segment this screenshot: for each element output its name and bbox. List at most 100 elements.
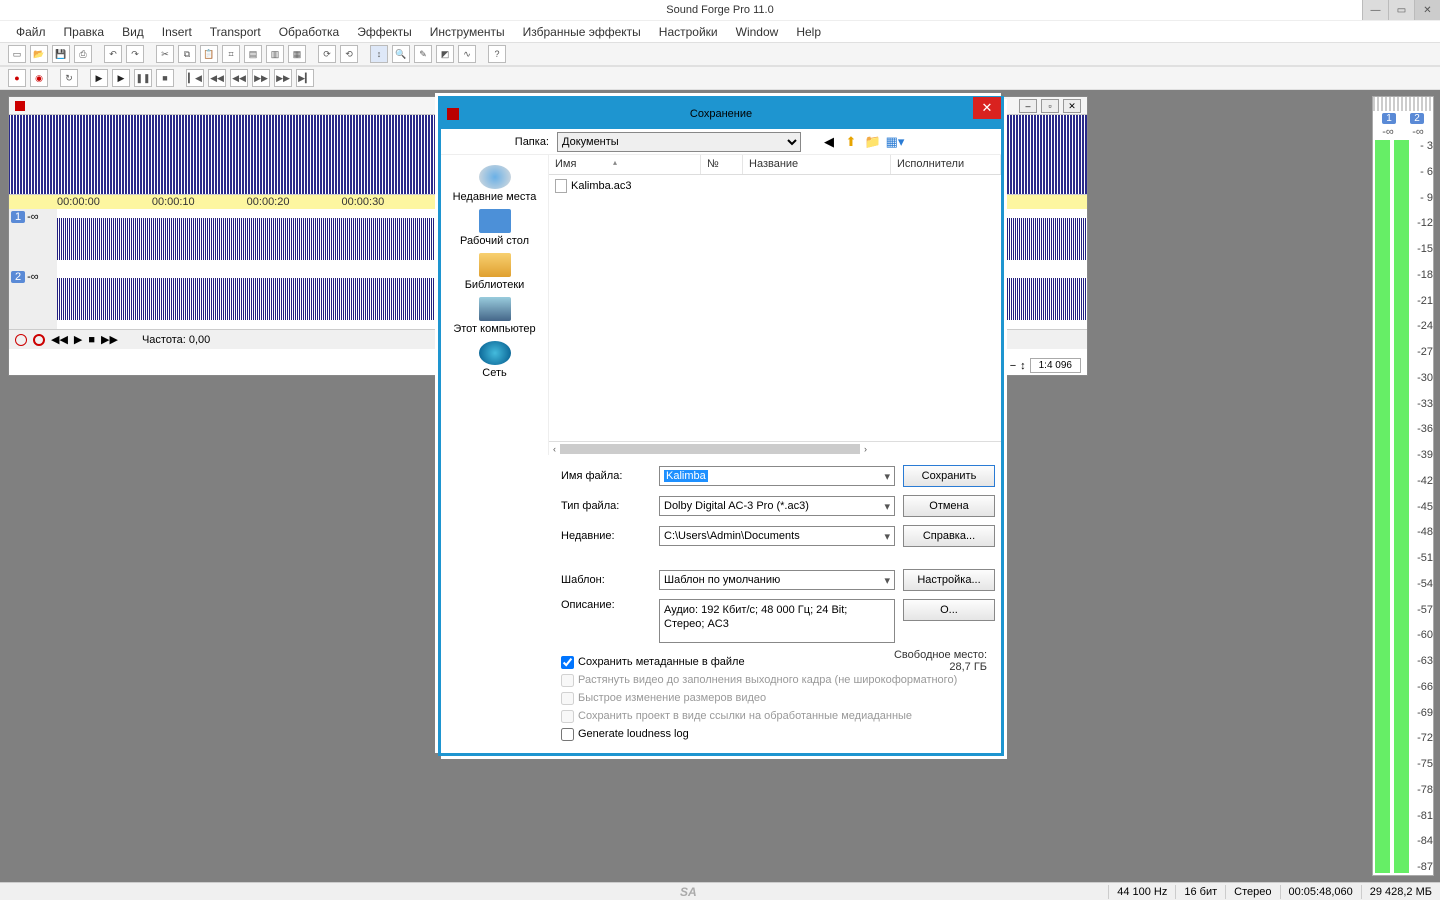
help-icon[interactable]: ?: [488, 45, 506, 63]
paste-icon[interactable]: 📋: [200, 45, 218, 63]
saveall-icon[interactable]: ⎙: [74, 45, 92, 63]
rec-dot-icon[interactable]: [15, 334, 27, 346]
env-icon[interactable]: ∿: [458, 45, 476, 63]
rec-ring-icon[interactable]: [33, 334, 45, 346]
viewmenu-icon[interactable]: ▦▾: [887, 134, 903, 150]
horizontal-scrollbar[interactable]: ‹›: [549, 441, 1001, 455]
event-icon[interactable]: ◩: [436, 45, 454, 63]
save-icon[interactable]: 💾: [52, 45, 70, 63]
zoom-out-icon[interactable]: −: [1010, 360, 1016, 372]
newfolder-icon[interactable]: 📁: [865, 134, 881, 150]
template-select[interactable]: Шаблон по умолчанию: [659, 570, 895, 590]
lookin-select[interactable]: Документы: [557, 132, 801, 152]
aw-minimize-icon[interactable]: ‒: [1019, 99, 1037, 113]
play-icon[interactable]: ▶: [90, 69, 108, 87]
gostart-icon[interactable]: ▎◀: [186, 69, 204, 87]
workspace: ‒ ▫ ✕ 00:00:00 00:00:10 00:00:20 00:00:3…: [0, 96, 1440, 882]
menu-help[interactable]: Help: [788, 22, 829, 42]
dialog-close-button[interactable]: ✕: [973, 97, 1001, 119]
aw-close-icon[interactable]: ✕: [1063, 99, 1081, 113]
checkbox-label: Сохранить проект в виде ссылки на обрабо…: [578, 710, 912, 722]
checkbox-0[interactable]: [561, 656, 574, 669]
new-icon[interactable]: ▭: [8, 45, 26, 63]
trim2-icon[interactable]: ▥: [266, 45, 284, 63]
repeat-icon[interactable]: ⟳: [318, 45, 336, 63]
save-button[interactable]: Сохранить: [903, 465, 995, 487]
menu-transport[interactable]: Transport: [202, 22, 269, 42]
about-button[interactable]: О...: [903, 599, 995, 621]
dialog-titlebar[interactable]: Сохранение ✕: [441, 99, 1001, 129]
recent-select[interactable]: C:\Users\Admin\Documents: [659, 526, 895, 546]
cut-icon[interactable]: ✂: [156, 45, 174, 63]
stop-icon[interactable]: ■: [156, 69, 174, 87]
place-desktop[interactable]: Рабочий стол: [450, 207, 540, 249]
zoom-fit-icon[interactable]: ↕: [1020, 360, 1026, 372]
checkbox-row-4[interactable]: Generate loudness log: [561, 725, 989, 743]
col-artist[interactable]: Исполнители: [891, 155, 1001, 174]
menu-favfx[interactable]: Избранные эффекты: [515, 22, 649, 42]
meter-grip[interactable]: [1373, 97, 1433, 111]
playall-icon[interactable]: ▶: [112, 69, 130, 87]
trim-icon[interactable]: ▤: [244, 45, 262, 63]
minimize-button[interactable]: —: [1362, 0, 1388, 20]
edit-tool-icon[interactable]: ↕: [370, 45, 388, 63]
customize-button[interactable]: Настройка...: [903, 569, 995, 591]
stop2-icon[interactable]: ■: [88, 334, 95, 346]
repeat2-icon[interactable]: ⟲: [340, 45, 358, 63]
col-title[interactable]: Название: [743, 155, 891, 174]
undo-icon[interactable]: ↶: [104, 45, 122, 63]
goprev-icon[interactable]: ◀◀: [208, 69, 226, 87]
loop-icon[interactable]: ↻: [60, 69, 78, 87]
file-list[interactable]: Имя № Название Исполнители Kalimba.ac3 ‹…: [549, 155, 1001, 455]
up-icon[interactable]: ⬆: [843, 134, 859, 150]
zoom-tool-icon[interactable]: 🔍: [392, 45, 410, 63]
fwd-icon[interactable]: ▶▶: [252, 69, 270, 87]
place-pc[interactable]: Этот компьютер: [450, 295, 540, 337]
statusbar: SA 44 100 Hz 16 бит Стерео 00:05:48,060 …: [0, 882, 1440, 900]
arm-record-icon[interactable]: ◉: [30, 69, 48, 87]
channel-number: 1: [11, 211, 25, 223]
close-button[interactable]: ✕: [1414, 0, 1440, 20]
menu-process[interactable]: Обработка: [271, 22, 348, 42]
dialog-title: Сохранение: [690, 108, 752, 120]
pause-icon[interactable]: ❚❚: [134, 69, 152, 87]
checkbox-label: Растянуть видео до заполнения выходного …: [578, 674, 957, 686]
redo-icon[interactable]: ↷: [126, 45, 144, 63]
place-lib[interactable]: Библиотеки: [450, 251, 540, 293]
mix-icon[interactable]: ⌗: [222, 45, 240, 63]
rew-icon[interactable]: ◀◀: [230, 69, 248, 87]
pencil-icon[interactable]: ✎: [414, 45, 432, 63]
menu-effects[interactable]: Эффекты: [349, 22, 420, 42]
back-icon[interactable]: ◀: [821, 134, 837, 150]
place-net[interactable]: Сеть: [450, 339, 540, 381]
file-item[interactable]: Kalimba.ac3: [555, 179, 995, 193]
menu-insert[interactable]: Insert: [154, 22, 200, 42]
col-num[interactable]: №: [701, 155, 743, 174]
copy-icon[interactable]: ⧉: [178, 45, 196, 63]
menu-options[interactable]: Настройки: [651, 22, 726, 42]
menu-file[interactable]: Файл: [8, 22, 54, 42]
trim3-icon[interactable]: ▦: [288, 45, 306, 63]
menu-view[interactable]: Вид: [114, 22, 152, 42]
zoom-ratio[interactable]: 1:4 096: [1030, 358, 1081, 373]
cancel-button[interactable]: Отмена: [903, 495, 995, 517]
place-recent[interactable]: Недавние места: [450, 163, 540, 205]
goend-icon[interactable]: ▶▎: [296, 69, 314, 87]
next-icon[interactable]: ▶▶: [101, 333, 118, 346]
filetype-select[interactable]: Dolby Digital AC-3 Pro (*.ac3): [659, 496, 895, 516]
filename-input[interactable]: Kalimba: [659, 466, 895, 486]
menu-window[interactable]: Window: [728, 22, 787, 42]
prev-icon[interactable]: ◀◀: [51, 333, 68, 346]
col-name[interactable]: Имя: [549, 155, 701, 174]
maximize-button[interactable]: ▭: [1388, 0, 1414, 20]
aw-maximize-icon[interactable]: ▫: [1041, 99, 1059, 113]
help-button[interactable]: Справка...: [903, 525, 995, 547]
level-meter: 1 2 -∞ -∞ - 3- 6- 9-12-15-18-21-24-27-30…: [1372, 96, 1434, 876]
checkbox-4[interactable]: [561, 728, 574, 741]
gonext-icon[interactable]: ▶▶: [274, 69, 292, 87]
menu-tools[interactable]: Инструменты: [422, 22, 513, 42]
play2-icon[interactable]: ▶: [74, 333, 82, 346]
record-icon[interactable]: ●: [8, 69, 26, 87]
open-icon[interactable]: 📂: [30, 45, 48, 63]
menu-edit[interactable]: Правка: [56, 22, 113, 42]
